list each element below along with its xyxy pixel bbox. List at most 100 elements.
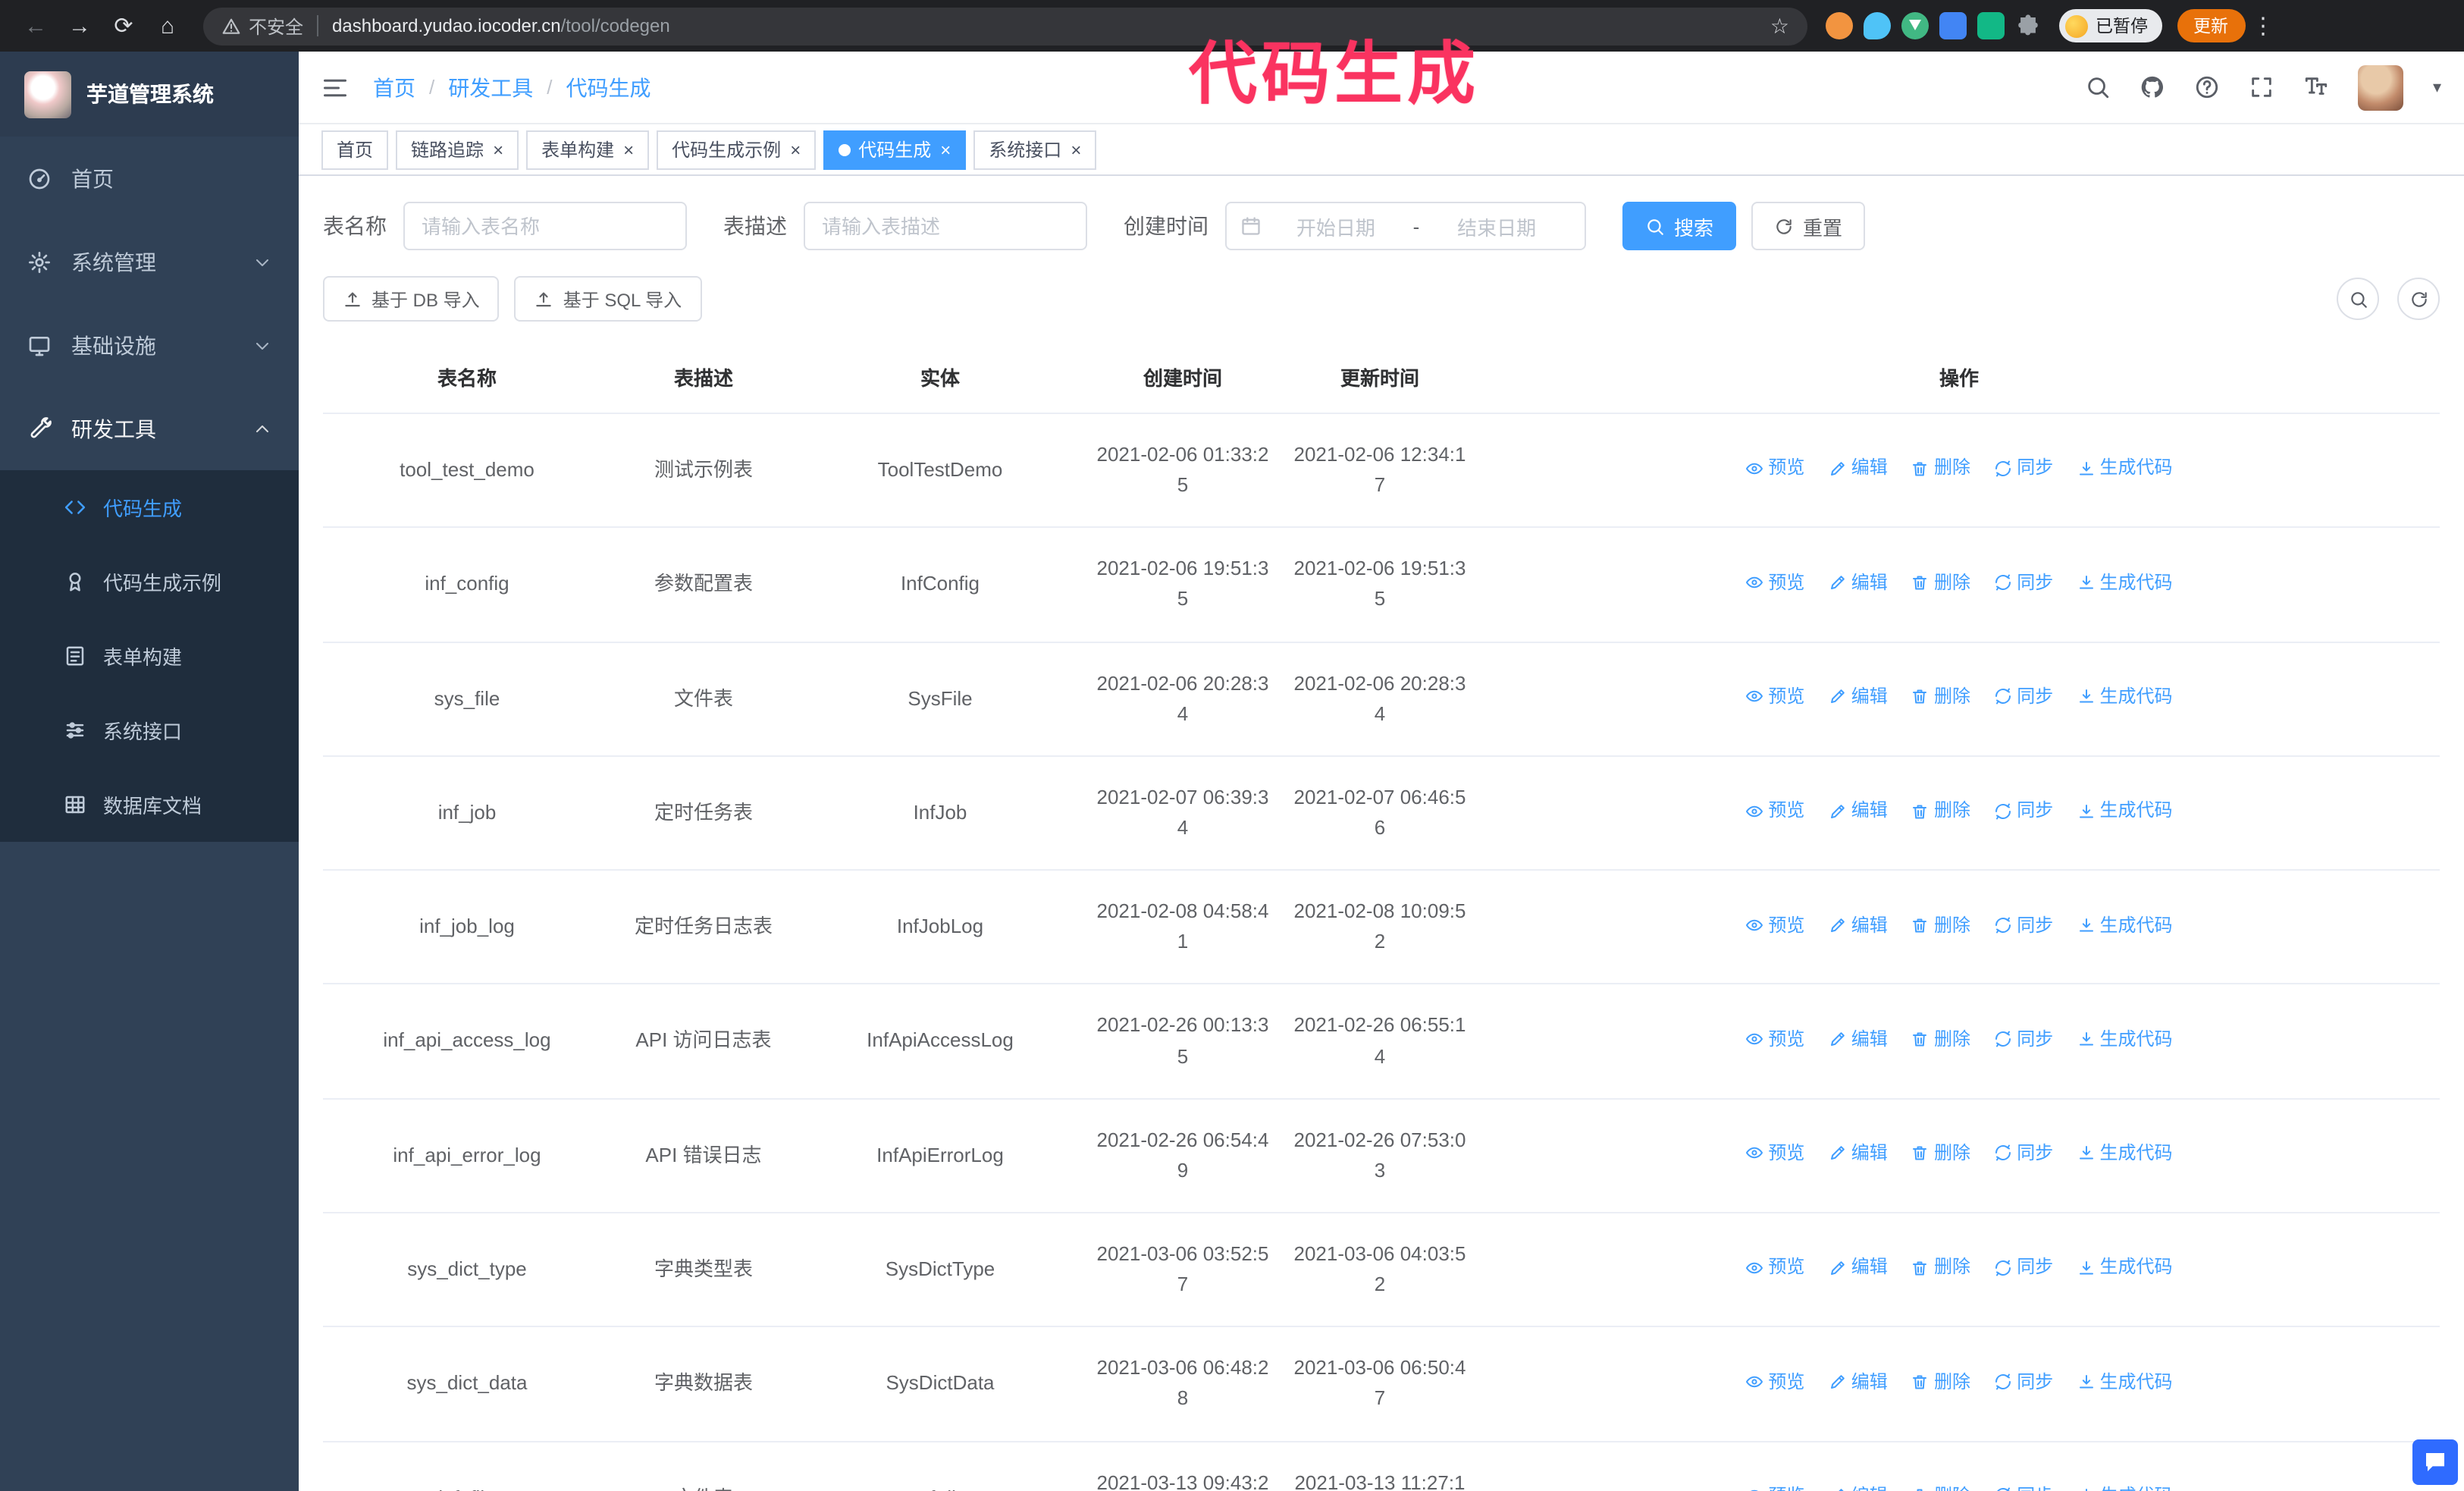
preview-link[interactable]: 预览: [1745, 911, 1804, 939]
sidebar-item-system-api[interactable]: 系统接口: [0, 693, 299, 767]
preview-link[interactable]: 预览: [1745, 1025, 1804, 1053]
sync-link[interactable]: 同步: [1994, 1367, 2053, 1395]
edit-link[interactable]: 编辑: [1829, 454, 1888, 482]
generate-code-link[interactable]: 生成代码: [2077, 1025, 2173, 1053]
preview-link[interactable]: 预览: [1745, 683, 1804, 711]
sidebar-item-codegen-example[interactable]: 代码生成示例: [0, 545, 299, 619]
tab-codegen-example[interactable]: 代码生成示例 ×: [657, 130, 817, 169]
caret-down-icon[interactable]: ▾: [2433, 77, 2441, 97]
delete-link[interactable]: 删除: [1911, 1367, 1970, 1395]
sync-link[interactable]: 同步: [1994, 911, 2053, 939]
browser-home-button[interactable]: ⌂: [147, 5, 188, 46]
browser-back-button[interactable]: ←: [15, 5, 56, 46]
browser-forward-button[interactable]: →: [59, 5, 100, 46]
sync-link[interactable]: 同步: [1994, 683, 2053, 711]
generate-code-link[interactable]: 生成代码: [2077, 1254, 2173, 1282]
preview-link[interactable]: 预览: [1745, 797, 1804, 825]
edit-link[interactable]: 编辑: [1829, 683, 1888, 711]
sync-link[interactable]: 同步: [1994, 454, 2053, 482]
generate-code-link[interactable]: 生成代码: [2077, 683, 2173, 711]
bookmark-star-icon[interactable]: ☆: [1770, 13, 1789, 39]
delete-link[interactable]: 删除: [1911, 454, 1970, 482]
sync-link[interactable]: 同步: [1994, 1482, 2053, 1491]
preview-link[interactable]: 预览: [1745, 454, 1804, 482]
close-icon[interactable]: ×: [493, 140, 503, 159]
chrome-update-button[interactable]: 更新: [2177, 9, 2245, 42]
delete-link[interactable]: 删除: [1911, 1025, 1970, 1053]
edit-link[interactable]: 编辑: [1829, 1139, 1888, 1167]
delete-link[interactable]: 删除: [1911, 797, 1970, 825]
tab-system-api[interactable]: 系统接口 ×: [973, 130, 1097, 169]
import-sql-button[interactable]: 基于 SQL 导入: [514, 276, 702, 322]
extension-icon-blue[interactable]: [1939, 12, 1967, 39]
sync-link[interactable]: 同步: [1994, 1139, 2053, 1167]
sync-link[interactable]: 同步: [1994, 1025, 2053, 1053]
extension-icon-orange[interactable]: [1826, 12, 1853, 39]
delete-link[interactable]: 删除: [1911, 683, 1970, 711]
sidebar-item-infrastructure[interactable]: 基础设施: [0, 303, 299, 387]
edit-link[interactable]: 编辑: [1829, 568, 1888, 596]
avatar[interactable]: [2358, 64, 2404, 110]
create-time-range-picker[interactable]: 开始日期 - 结束日期: [1225, 202, 1586, 250]
fullscreen-icon[interactable]: [2249, 74, 2275, 100]
breadcrumb-dev-tools[interactable]: 研发工具: [448, 72, 533, 102]
close-icon[interactable]: ×: [940, 140, 951, 159]
sync-paused-chip[interactable]: 已暂停: [2059, 9, 2161, 42]
generate-code-link[interactable]: 生成代码: [2077, 1367, 2173, 1395]
edit-link[interactable]: 编辑: [1829, 1025, 1888, 1053]
generate-code-link[interactable]: 生成代码: [2077, 454, 2173, 482]
breadcrumb-home[interactable]: 首页: [373, 72, 415, 102]
tab-codegen[interactable]: 代码生成 ×: [823, 130, 967, 169]
close-icon[interactable]: ×: [790, 140, 801, 159]
preview-link[interactable]: 预览: [1745, 1367, 1804, 1395]
tab-form-builder[interactable]: 表单构建 ×: [526, 130, 650, 169]
github-icon[interactable]: [2140, 74, 2166, 100]
tab-home[interactable]: 首页: [321, 130, 389, 169]
address-bar[interactable]: 不安全 dashboard.yudao.iocoder.cn /tool/cod…: [203, 7, 1807, 45]
font-size-icon[interactable]: [2304, 74, 2330, 100]
generate-code-link[interactable]: 生成代码: [2077, 911, 2173, 939]
edit-link[interactable]: 编辑: [1829, 1482, 1888, 1491]
sidebar-logo[interactable]: 芋道管理系统: [0, 52, 299, 137]
edit-link[interactable]: 编辑: [1829, 1367, 1888, 1395]
sidebar-item-db-docs[interactable]: 数据库文档: [0, 767, 299, 842]
tab-trace[interactable]: 链路追踪 ×: [396, 130, 519, 169]
toggle-search-button[interactable]: [2337, 278, 2379, 320]
sync-link[interactable]: 同步: [1994, 568, 2053, 596]
table-name-input[interactable]: [403, 202, 687, 250]
delete-link[interactable]: 删除: [1911, 911, 1970, 939]
sidebar-item-home[interactable]: 首页: [0, 137, 299, 220]
sidebar-item-system-management[interactable]: 系统管理: [0, 220, 299, 303]
sidebar-fold-icon[interactable]: [321, 74, 349, 101]
extensions-puzzle-icon[interactable]: [2015, 13, 2041, 39]
sync-link[interactable]: 同步: [1994, 797, 2053, 825]
sidebar-item-form-builder[interactable]: 表单构建: [0, 619, 299, 693]
search-button[interactable]: 搜索: [1622, 202, 1737, 250]
table-desc-input[interactable]: [804, 202, 1087, 250]
sync-link[interactable]: 同步: [1994, 1254, 2053, 1282]
help-icon[interactable]: [2195, 74, 2221, 100]
delete-link[interactable]: 删除: [1911, 1482, 1970, 1491]
edit-link[interactable]: 编辑: [1829, 1254, 1888, 1282]
extension-icon-green[interactable]: [1977, 12, 2005, 39]
browser-menu-icon[interactable]: ⋮: [2248, 12, 2278, 39]
extension-icon-vue-devtools[interactable]: [1901, 12, 1929, 39]
reset-button[interactable]: 重置: [1751, 202, 1866, 250]
generate-code-link[interactable]: 生成代码: [2077, 797, 2173, 825]
refresh-table-button[interactable]: [2397, 278, 2440, 320]
preview-link[interactable]: 预览: [1745, 1139, 1804, 1167]
browser-reload-button[interactable]: ⟳: [103, 5, 144, 46]
preview-link[interactable]: 预览: [1745, 568, 1804, 596]
import-db-button[interactable]: 基于 DB 导入: [323, 276, 500, 322]
delete-link[interactable]: 删除: [1911, 568, 1970, 596]
floating-helper-button[interactable]: [2412, 1439, 2458, 1485]
preview-link[interactable]: 预览: [1745, 1482, 1804, 1491]
generate-code-link[interactable]: 生成代码: [2077, 1482, 2173, 1491]
edit-link[interactable]: 编辑: [1829, 911, 1888, 939]
extension-icon-drop[interactable]: [1864, 12, 1891, 39]
delete-link[interactable]: 删除: [1911, 1139, 1970, 1167]
preview-link[interactable]: 预览: [1745, 1254, 1804, 1282]
generate-code-link[interactable]: 生成代码: [2077, 568, 2173, 596]
generate-code-link[interactable]: 生成代码: [2077, 1139, 2173, 1167]
delete-link[interactable]: 删除: [1911, 1254, 1970, 1282]
